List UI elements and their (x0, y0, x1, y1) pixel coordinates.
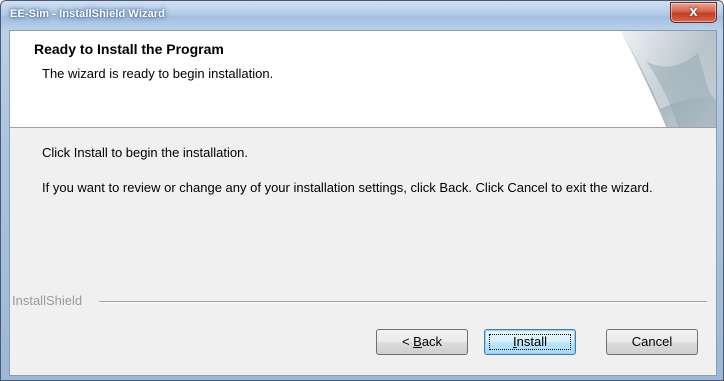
installer-window: EE-Sim - InstallShield Wizard x Ready to… (0, 0, 724, 381)
page-subtitle: The wizard is ready to begin installatio… (42, 66, 274, 81)
install-button[interactable]: Install (484, 329, 576, 355)
installshield-brand-label: InstallShield (12, 293, 83, 308)
review-settings-text: If you want to review or change any of y… (42, 180, 653, 195)
close-icon: x (689, 3, 698, 20)
window-title: EE-Sim - InstallShield Wizard (10, 8, 165, 20)
page-curl-graphic (621, 31, 716, 127)
page-title: Ready to Install the Program (34, 41, 224, 57)
footer-divider (99, 301, 707, 303)
close-button[interactable]: x (670, 2, 717, 23)
install-button-label: Install (513, 334, 547, 349)
back-button[interactable]: < Back (376, 329, 468, 355)
cancel-button[interactable]: Cancel (606, 329, 698, 355)
back-prefix: < (401, 334, 414, 349)
install-rest: nstall (516, 334, 547, 349)
dialog-client-area: Ready to Install the Program The wizard … (9, 30, 717, 376)
back-button-label: < Back (402, 334, 442, 349)
cancel-button-label: Cancel (631, 334, 673, 349)
title-bar[interactable]: EE-Sim - InstallShield Wizard x (1, 1, 723, 30)
back-mnemonic: B (413, 334, 422, 349)
header-panel: Ready to Install the Program The wizard … (10, 31, 716, 128)
back-rest: ack (421, 334, 443, 349)
instruction-text: Click Install to begin the installation. (42, 145, 248, 160)
